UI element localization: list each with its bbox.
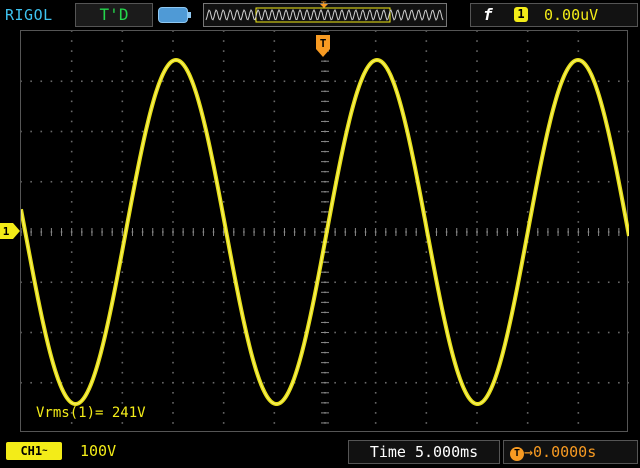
ac-coupling-icon: ~ — [42, 446, 48, 456]
memory-trigger-label: T — [321, 1, 327, 11]
channel-name: CH1 — [20, 444, 43, 458]
trigger-source-badge: 1 — [514, 7, 528, 22]
trigger-offset-value: 0.0000s — [533, 443, 597, 461]
trigger-offset-display[interactable]: T →0.0000s — [503, 440, 638, 464]
rising-edge-icon: f — [483, 5, 493, 24]
run-status-indicator: T'D — [75, 3, 153, 27]
timebase-value: 5.000ms — [414, 443, 479, 461]
trigger-settings[interactable]: f 1 0.00uV — [470, 3, 638, 27]
trigger-offset-icon: T — [510, 447, 524, 461]
channel1-button[interactable]: CH1~ — [6, 442, 62, 460]
graticule-grid — [21, 31, 629, 424]
waveform-graticule — [21, 31, 629, 424]
measurement-label: Vrms(1)= — [36, 405, 104, 421]
trigger-marker-label: T — [320, 37, 327, 50]
measurement-readout: Vrms(1)= 241V — [36, 405, 146, 421]
arrow-right-icon: → — [524, 443, 534, 461]
timebase-label: Time — [369, 443, 406, 461]
channel-marker-label: 1 — [3, 225, 10, 238]
waveform-display[interactable] — [20, 30, 629, 432]
trigger-level: 0.00uV — [544, 6, 599, 24]
channel1-offset-marker[interactable]: 1 — [0, 223, 20, 239]
battery-icon — [158, 7, 191, 23]
channel1-vertical-scale: 100V — [80, 442, 117, 460]
trigger-position-marker[interactable]: T — [316, 35, 330, 57]
brand-logo: RIGOL — [5, 6, 53, 24]
top-status-bar: RIGOL T'D T f 1 0.00uV — [0, 0, 640, 30]
measurement-value: 241V — [111, 405, 146, 421]
timebase-display[interactable]: Time 5.000ms — [348, 440, 500, 464]
memory-depth-indicator: T — [203, 1, 447, 27]
